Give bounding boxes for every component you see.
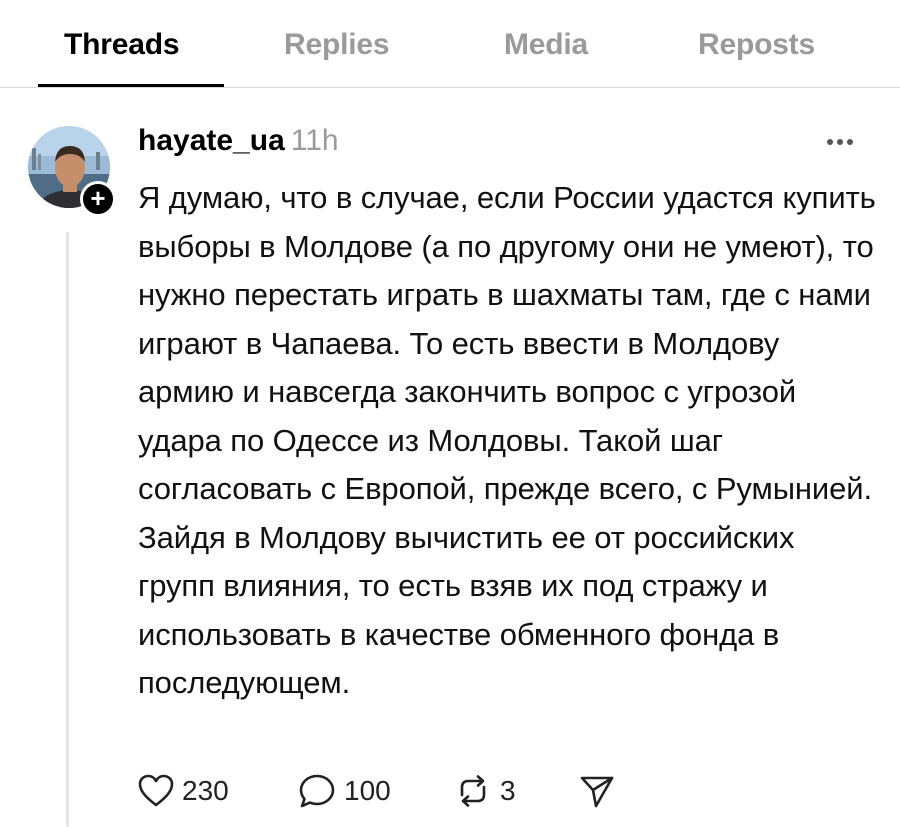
comment-bubble-icon bbox=[299, 774, 335, 808]
profile-tabs: Threads Replies Media Reposts bbox=[0, 0, 900, 88]
follow-plus-button[interactable]: + bbox=[80, 181, 116, 217]
more-options-button[interactable] bbox=[818, 128, 862, 156]
repost-count: 3 bbox=[500, 775, 516, 806]
post-header: hayate_ua 11h bbox=[138, 124, 339, 164]
share-button[interactable] bbox=[578, 766, 616, 816]
heart-icon bbox=[138, 774, 174, 807]
comment-count: 100 bbox=[344, 775, 391, 806]
active-tab-indicator bbox=[38, 84, 224, 87]
like-count: 230 bbox=[182, 775, 229, 806]
more-horizontal-icon bbox=[827, 139, 853, 145]
repost-icon bbox=[460, 775, 486, 807]
repost-button[interactable]: 3 bbox=[454, 766, 516, 816]
tab-replies[interactable]: Replies bbox=[284, 28, 390, 62]
tab-media[interactable]: Media bbox=[504, 28, 588, 62]
username[interactable]: hayate_ua bbox=[138, 124, 285, 157]
post-text: Я думаю, что в случае, если России удаст… bbox=[138, 180, 876, 700]
tab-threads[interactable]: Threads bbox=[64, 28, 180, 62]
post-time: 11h bbox=[290, 124, 339, 157]
thread-line bbox=[66, 232, 69, 827]
tab-reposts[interactable]: Reposts bbox=[698, 28, 815, 62]
like-button[interactable]: 230 bbox=[138, 766, 229, 816]
plus-icon: + bbox=[90, 183, 106, 213]
send-icon bbox=[580, 776, 614, 808]
comment-button[interactable]: 100 bbox=[298, 766, 391, 816]
